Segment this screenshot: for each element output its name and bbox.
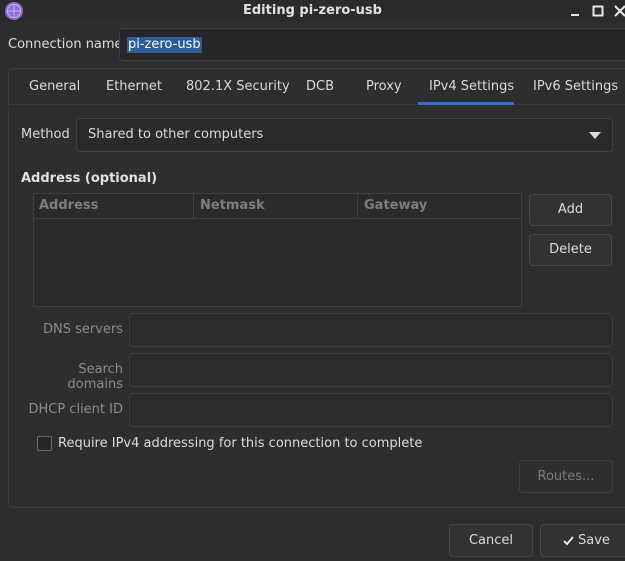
column-header-address[interactable]: Address	[39, 198, 98, 213]
method-dropdown[interactable]: Shared to other computers	[76, 118, 613, 152]
save-button[interactable]: Save	[540, 524, 625, 557]
address-table[interactable]: Address Netmask Gateway	[33, 193, 522, 307]
tab-ipv6-settings[interactable]: IPv6 Settings	[533, 79, 618, 94]
tab-bar: General Ethernet 802.1X Security DCB Pro…	[9, 69, 625, 105]
tab-general[interactable]: General	[29, 79, 80, 94]
tab-dcb[interactable]: DCB	[306, 79, 334, 94]
window-title: Editing pi-zero-usb	[243, 3, 382, 18]
checkmark-icon	[563, 536, 574, 546]
minimize-icon[interactable]	[567, 3, 583, 19]
search-domains-label: Search domains	[67, 362, 123, 392]
search-domains-input[interactable]	[129, 353, 613, 387]
delete-button[interactable]: Delete	[529, 234, 612, 266]
add-button[interactable]: Add	[529, 194, 612, 226]
dns-servers-input[interactable]	[129, 313, 613, 347]
routes-button[interactable]: Routes...	[519, 460, 613, 493]
active-tab-indicator	[418, 102, 514, 105]
close-icon[interactable]	[612, 3, 625, 19]
connection-name-value: pi-zero-usb	[127, 37, 202, 53]
dns-servers-label: DNS servers	[42, 322, 123, 337]
tab-8021x-security[interactable]: 802.1X Security	[186, 79, 290, 94]
tab-ethernet[interactable]: Ethernet	[106, 79, 162, 94]
dhcp-client-id-input[interactable]	[129, 393, 613, 427]
address-section-heading: Address (optional)	[21, 171, 158, 186]
cancel-button[interactable]: Cancel	[449, 524, 533, 557]
method-label: Method	[21, 127, 70, 142]
title-bar: Editing pi-zero-usb	[0, 0, 625, 22]
address-table-header: Address Netmask Gateway	[34, 194, 521, 219]
maximize-icon[interactable]	[590, 3, 606, 19]
column-header-netmask[interactable]: Netmask	[200, 198, 265, 213]
require-ipv4-label[interactable]: Require IPv4 addressing for this connect…	[58, 436, 422, 451]
connection-name-label: Connection name	[8, 37, 123, 52]
column-header-gateway[interactable]: Gateway	[364, 198, 427, 213]
tab-proxy[interactable]: Proxy	[366, 79, 402, 94]
tab-ipv4-settings[interactable]: IPv4 Settings	[429, 79, 514, 94]
column-divider	[193, 194, 194, 219]
connection-name-input[interactable]: pi-zero-usb	[119, 28, 625, 61]
method-selected-value: Shared to other computers	[88, 127, 264, 142]
require-ipv4-checkbox[interactable]	[37, 436, 52, 451]
dropdown-arrow-icon	[589, 132, 601, 139]
dhcp-client-id-label: DHCP client ID	[28, 402, 123, 417]
column-divider	[357, 194, 358, 219]
save-label: Save	[578, 533, 610, 548]
